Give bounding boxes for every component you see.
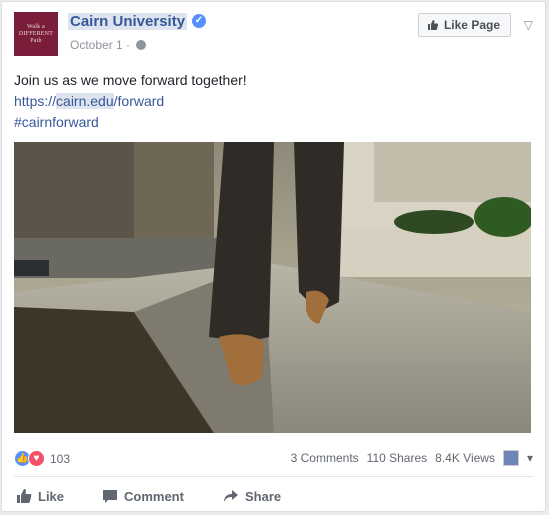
separator-dot: ·	[126, 38, 134, 52]
reactions-summary[interactable]: 👍 ♥ 103	[14, 450, 70, 467]
post-message: Join us as we move forward together!	[14, 72, 247, 88]
shares-count[interactable]: 110 Shares	[367, 451, 428, 465]
like-button[interactable]: Like	[16, 488, 64, 504]
post-link[interactable]: https://cairn.edu/forward	[14, 91, 533, 112]
divider	[14, 476, 533, 477]
viewer-avatar[interactable]	[502, 450, 519, 466]
video-thumbnail	[14, 142, 531, 433]
like-page-button[interactable]: Like Page	[417, 13, 511, 37]
post-text: Join us as we move forward together! htt…	[14, 70, 533, 133]
logo-text-line: Path	[30, 37, 42, 44]
chevron-down-icon[interactable]: ▽	[524, 18, 533, 32]
page-avatar[interactable]: Walk a DIFFERENT Path	[14, 12, 58, 56]
post-date[interactable]: October 1	[70, 38, 123, 52]
caret-down-icon[interactable]: ▾	[527, 451, 533, 465]
link-path: /forward	[113, 93, 165, 109]
thumbs-up-icon	[17, 489, 32, 503]
share-button[interactable]: Share	[223, 488, 281, 504]
page-name-link[interactable]: Cairn University	[68, 13, 188, 30]
link-domain: cairn.edu	[56, 93, 114, 109]
comment-label: Comment	[124, 488, 184, 504]
post-header: Walk a DIFFERENT Path Cairn University ✓…	[14, 12, 533, 60]
thumbs-up-icon	[427, 20, 439, 30]
love-reaction-icon: ♥	[28, 450, 45, 467]
like-label: Like	[38, 488, 65, 504]
comment-icon	[103, 490, 117, 503]
comments-count[interactable]: 3 Comments	[291, 451, 359, 465]
post-meta: October 1 ·	[70, 38, 147, 52]
globe-icon	[136, 40, 147, 50]
views-count: 8.4K Views	[435, 451, 495, 465]
video-player[interactable]	[14, 142, 531, 433]
post-stats: 👍 ♥ 103 3 Comments 110 Shares 8.4K Views…	[14, 450, 533, 470]
verified-badge-icon: ✓	[192, 14, 206, 28]
post-actions: Like Comment Share	[14, 484, 533, 508]
engagement-stats: 3 Comments 110 Shares 8.4K Views ▾	[291, 450, 533, 466]
reaction-count: 103	[50, 451, 71, 466]
comment-button[interactable]: Comment	[102, 488, 184, 504]
logo-text-line: DIFFERENT	[18, 30, 54, 37]
share-label: Share	[245, 488, 282, 504]
like-page-label: Like Page	[443, 18, 500, 32]
logo-text-line: Walk a	[27, 23, 45, 30]
post-card: Walk a DIFFERENT Path Cairn University ✓…	[1, 1, 546, 512]
hashtag-link[interactable]: #cairnforward	[14, 112, 533, 133]
link-prefix: https://	[14, 93, 57, 109]
share-icon	[224, 490, 238, 502]
